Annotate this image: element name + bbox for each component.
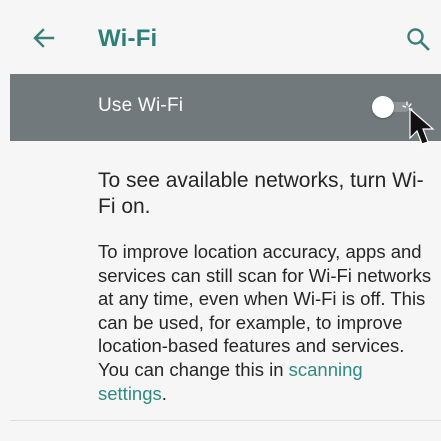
search-button[interactable]	[400, 21, 436, 57]
description-period: .	[161, 382, 167, 404]
page-title: Wi-Fi	[98, 25, 158, 52]
arrow-left-icon	[33, 28, 55, 48]
wifi-off-headline: To see available networks, turn Wi-Fi on…	[98, 169, 424, 218]
back-button[interactable]	[26, 20, 62, 56]
use-wifi-label: Use Wi-Fi	[98, 95, 184, 116]
wifi-settings-screen: Wi-Fi Use Wi-Fi To see available network…	[0, 0, 441, 441]
app-bar: Wi-Fi	[0, 0, 441, 74]
wifi-switch[interactable]	[372, 96, 410, 118]
scanning-description-text: To improve location accuracy, apps and s…	[98, 241, 432, 380]
switch-thumb	[372, 96, 394, 118]
wifi-off-message: To see available networks, turn Wi-Fi on…	[98, 168, 436, 405]
divider	[10, 420, 441, 421]
search-icon	[407, 28, 430, 51]
scanning-description: To improve location accuracy, apps and s…	[98, 240, 436, 405]
use-wifi-row[interactable]: Use Wi-Fi	[10, 74, 441, 141]
